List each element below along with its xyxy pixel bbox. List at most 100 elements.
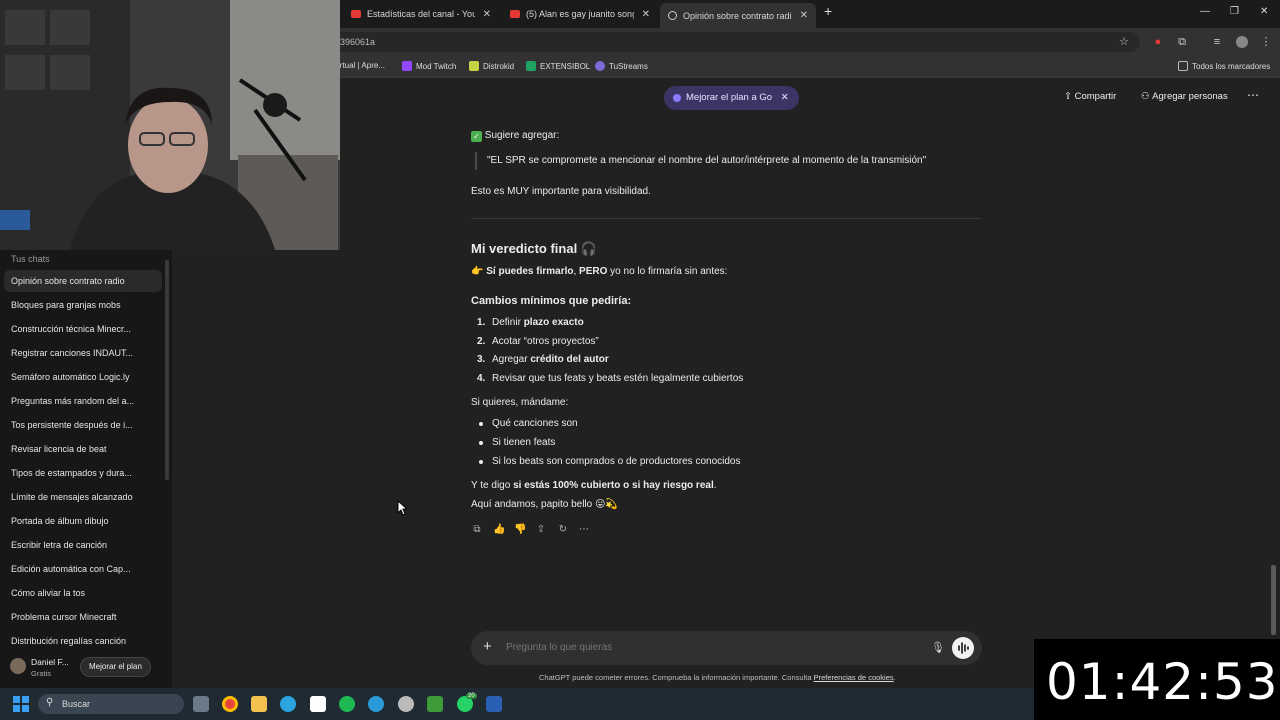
more-options-icon[interactable]: ⋯ [1247,88,1259,102]
new-tab-icon[interactable]: + [824,3,832,19]
sidebar-chat-item[interactable]: Cómo aliviar la tos [4,582,162,604]
smiling-emoji-icon: 😛 [594,499,606,510]
profile-icon[interactable] [1236,36,1248,48]
webcam-image [0,0,340,250]
user-plan: Gratis [31,669,52,678]
media-icon[interactable]: ≡ [1211,36,1223,48]
task-view-icon[interactable] [193,696,209,712]
upgrade-promo-button[interactable]: Mejorar el plan a Go ✕ [664,86,799,110]
sidebar-chat-item[interactable]: Construcción técnica Minecr... [4,318,162,340]
sparkles-icon: 💫 [605,499,618,510]
sidebar-chat-item[interactable]: Bloques para granjas mobs [4,294,162,316]
bullet-dot [479,422,483,426]
windows-start-icon[interactable] [13,696,29,712]
mouse-cursor-icon [397,500,407,516]
tab-chatgpt[interactable]: Opinión sobre contrato radio ✕ [660,3,816,28]
close-icon[interactable]: ✕ [642,9,650,20]
minecraft-icon[interactable] [427,696,443,712]
checkmark-icon: ✓ [471,131,482,142]
chatgpt-app-icon[interactable] [398,696,414,712]
distrokid-icon [469,61,479,71]
sidebar-chat-item[interactable]: Límite de mensajes alcanzado [4,486,162,508]
sidebar-chat-item[interactable]: Semáforo automático Logic.ly [4,366,162,388]
bookmark-item[interactable]: Distrokid [469,61,514,71]
youtube-icon [351,10,361,18]
microphone-icon[interactable]: 🎙 [931,641,945,654]
sidebar-chat-item[interactable]: Problema cursor Minecraft [4,606,162,628]
sidebar-chat-item[interactable]: Edición automática con Cap... [4,558,162,580]
sidebar-chat-item[interactable]: Opinión sobre contrato radio [4,270,162,292]
spotify-icon[interactable] [339,696,355,712]
url-field[interactable]: 396061a ☆ [330,32,1140,52]
window-close-icon[interactable]: ✕ [1260,6,1268,17]
user-account[interactable]: Daniel F... Gratis Mejorar el plan [0,652,172,684]
tustreams-icon [595,61,605,71]
bullet-dot [479,441,483,445]
copy-icon[interactable]: ⧉ [471,524,483,536]
suggest-line: ✓ Sugiere agregar: [471,130,559,142]
prompt-input[interactable] [506,642,906,653]
capcut-icon[interactable] [310,696,326,712]
thumbs-down-icon[interactable]: 👎 [514,524,526,536]
all-bookmarks[interactable]: Todos los marcadores [1178,61,1270,71]
tab-youtube-song[interactable]: (5) Alan es gay juanito song - YouTube ✕ [502,3,658,25]
upgrade-plan-button[interactable]: Mejorar el plan [80,657,151,677]
paragraph: Y te digo si estás 100% cubierto o si ha… [471,480,717,491]
share-icon[interactable]: ⇪ [535,524,547,536]
sidebar-chat-item[interactable]: Preguntas más random del a... [4,390,162,412]
cookie-preferences-link[interactable]: Preferencias de cookies [814,673,894,682]
chrome-icon[interactable] [222,696,238,712]
list-number: 1. [477,317,486,328]
extensions-icon[interactable]: ⧉ [1176,36,1188,48]
word-icon[interactable] [486,696,502,712]
close-icon[interactable]: ✕ [483,9,491,20]
bookmark-item[interactable]: EXTENSIBOL [526,61,590,71]
sidebar-scrollbar[interactable] [165,260,169,480]
sidebar-chat-item[interactable]: Distribución regalías canción [4,630,162,652]
sidebar-chat-item[interactable]: Registrar canciones INDAUT... [4,342,162,364]
sidebar-chat-item[interactable]: Revisar licencia de beat [4,438,162,460]
main-scrollbar[interactable] [1271,565,1276,635]
minimize-icon[interactable]: — [1200,6,1210,17]
sparkle-icon [673,94,681,102]
voice-mode-button[interactable] [952,637,974,659]
list-item: Revisar que tus feats y beats estén lega… [492,373,744,384]
bookmark-item[interactable]: TuStreams [595,61,648,71]
file-explorer-icon[interactable] [251,696,267,712]
maximize-icon[interactable]: ❐ [1230,6,1239,17]
edge-icon[interactable] [368,696,384,712]
disclaimer: ChatGPT puede cometer errores. Comprueba… [539,673,896,682]
list-item: Definir plazo exacto [492,317,584,328]
webcam-overlay [0,0,340,250]
close-icon[interactable]: ✕ [781,92,789,103]
extension-red-icon[interactable]: ● [1152,36,1164,48]
sidebar-chat-item[interactable]: Portada de álbum dibujo [4,510,162,532]
divider [471,218,981,219]
list-item: Acotar “otros proyectos” [492,336,599,347]
menu-icon[interactable]: ⋮ [1260,36,1272,48]
share-button[interactable]: ⇪ Compartir [1064,91,1116,102]
paragraph: Esto es MUY importante para visibilidad. [471,186,651,197]
telegram-icon[interactable] [280,696,296,712]
thumbs-up-icon[interactable]: 👍 [493,524,505,536]
sidebar-chat-item[interactable]: Tos persistente después de i... [4,414,162,436]
sheets-icon [526,61,536,71]
add-people-button[interactable]: ⚇ Agregar personas [1141,91,1228,102]
sidebar-chat-item[interactable]: Tipos de estampados y dura... [4,462,162,484]
list-number: 2. [477,336,486,347]
twitch-icon [402,61,412,71]
blockquote-text: "EL SPR se compromete a mencionar el nom… [487,155,927,166]
star-icon[interactable]: ☆ [1118,36,1130,48]
tab-youtube-stats[interactable]: Estadísticas del canal - YouTube ✕ [343,3,499,25]
bookmark-item[interactable]: irtual | Apre... [338,61,385,70]
sidebar-chat-item[interactable]: Escribir letra de canción [4,534,162,556]
more-actions-icon[interactable]: ⋯ [578,524,590,536]
regenerate-icon[interactable]: ↻ [557,524,569,536]
taskbar-search[interactable]: ⚲ Buscar [38,694,184,714]
prompt-composer: + 🎙 [471,631,982,665]
plus-icon[interactable]: + [483,639,492,655]
pointing-hand-icon: 👉 [471,266,484,277]
close-icon[interactable]: ✕ [800,10,808,21]
bookmark-item[interactable]: Mod Twitch [402,61,456,71]
subheading: Cambios mínimos que pediría: [471,295,632,307]
